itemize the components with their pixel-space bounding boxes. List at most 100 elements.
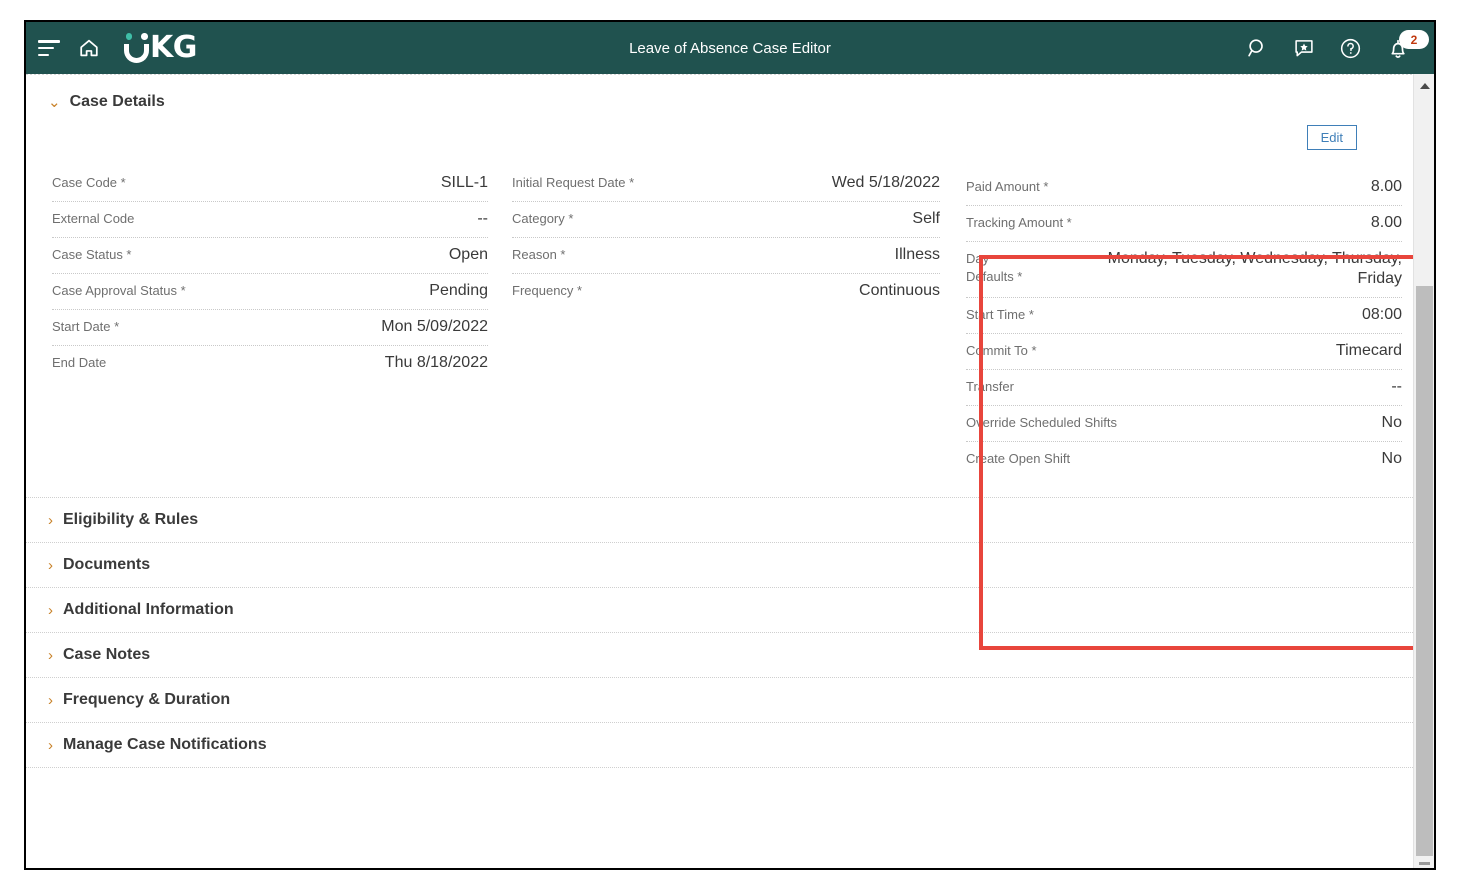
field-value: Self — [912, 210, 940, 227]
chevron-right-icon: › — [48, 601, 53, 619]
field-row[interactable]: External Code -- — [52, 202, 488, 238]
ukg-logo-text: KG — [150, 30, 197, 65]
field-label: External Code — [52, 211, 135, 226]
section-label: Manage Case Notifications — [63, 736, 267, 753]
scroll-down-arrow-icon[interactable] — [1419, 862, 1430, 865]
field-row[interactable]: Commit To * Timecard — [966, 334, 1402, 370]
field-label: Commit To * — [966, 343, 1037, 358]
field-row[interactable]: Category * Self — [512, 202, 940, 238]
field-row[interactable]: Transfer -- — [966, 370, 1402, 406]
field-label: Transfer — [966, 379, 1014, 394]
field-label: Initial Request Date * — [512, 175, 635, 190]
field-label: Reason * — [512, 247, 566, 262]
field-label: Create Open Shift — [966, 451, 1071, 466]
app-window: KG Leave of Absence Case Editor 2 ⌄ Case… — [24, 20, 1436, 870]
edit-button[interactable]: Edit — [1306, 125, 1357, 150]
field-row[interactable]: Frequency * Continuous — [512, 274, 940, 309]
scroll-up-arrow-icon[interactable] — [1414, 76, 1434, 96]
app-header: KG Leave of Absence Case Editor 2 — [26, 22, 1434, 74]
field-row[interactable]: Initial Request Date * Wed 5/18/2022 — [512, 166, 940, 202]
field-value: Pending — [429, 282, 488, 299]
field-row[interactable]: Override Scheduled Shifts No — [966, 406, 1402, 442]
scroll-content: ⌄ Case Details Edit Case Code * SILL-1 E… — [26, 74, 1413, 868]
chevron-down-icon: ⌄ — [48, 93, 61, 111]
page-title: Leave of Absence Case Editor — [629, 39, 831, 57]
field-label: Start Time * — [966, 307, 1034, 322]
app-header-left: KG — [38, 33, 197, 63]
field-row[interactable]: Paid Amount * 8.00 — [966, 170, 1402, 206]
chevron-right-icon: › — [48, 691, 53, 709]
section-label: Eligibility & Rules — [63, 511, 199, 528]
field-column-2: Initial Request Date * Wed 5/18/2022 Cat… — [500, 166, 952, 309]
scrollbar-thumb[interactable] — [1416, 286, 1433, 856]
field-label: Tracking Amount * — [966, 215, 1072, 230]
field-value: Mon 5/09/2022 — [381, 318, 488, 335]
field-value: -- — [1391, 378, 1402, 395]
field-label: Start Date * — [52, 319, 120, 334]
section-header-frequency-and-duration[interactable]: › Frequency & Duration — [26, 677, 1413, 722]
field-value: -- — [477, 210, 488, 227]
field-row[interactable]: End Date Thu 8/18/2022 — [52, 346, 488, 381]
section-header-additional-information[interactable]: › Additional Information — [26, 587, 1413, 632]
field-row[interactable]: Create Open Shift No — [966, 442, 1402, 477]
vertical-scrollbar[interactable] — [1413, 74, 1434, 868]
hamburger-menu-icon[interactable] — [38, 40, 60, 56]
section-label: Case Notes — [63, 646, 151, 663]
field-row[interactable]: Case Approval Status * Pending — [52, 274, 488, 310]
field-row[interactable]: Reason * Illness — [512, 238, 940, 274]
field-row[interactable]: Start Date * Mon 5/09/2022 — [52, 310, 488, 346]
hamburger-lines — [38, 40, 60, 56]
field-row[interactable]: Start Time * 08:00 — [966, 298, 1402, 334]
field-row[interactable]: Day Defaults * Monday, Tuesday, Wednesda… — [966, 242, 1402, 298]
field-value: Illness — [894, 246, 940, 263]
field-row[interactable]: Case Code * SILL-1 — [52, 166, 488, 202]
section-header-case-notes[interactable]: › Case Notes — [26, 632, 1413, 677]
field-value: Timecard — [1335, 342, 1402, 359]
field-value: 8.00 — [1370, 178, 1402, 195]
field-value: Continuous — [859, 282, 940, 299]
chevron-right-icon: › — [48, 556, 53, 574]
field-column-3: Paid Amount * 8.00 Tracking Amount * 8.0… — [952, 166, 1413, 477]
field-row[interactable]: Tracking Amount * 8.00 — [966, 206, 1402, 242]
field-label: Case Status * — [52, 247, 132, 262]
ukg-u-glyph — [124, 33, 149, 63]
section-header-case-details[interactable]: ⌄ Case Details — [26, 75, 1413, 111]
app-header-right: 2 — [1246, 30, 1429, 62]
field-label: End Date — [52, 355, 107, 370]
field-value: No — [1381, 450, 1402, 467]
ukg-logo[interactable]: KG — [124, 33, 197, 63]
field-value: Open — [448, 246, 488, 263]
field-label: Category * — [512, 211, 574, 226]
section-header-documents[interactable]: › Documents — [26, 542, 1413, 587]
section-header-eligibility-and-rules[interactable]: › Eligibility & Rules — [26, 497, 1413, 542]
notifications-bell[interactable]: 2 — [1386, 30, 1429, 62]
home-icon[interactable] — [78, 37, 100, 59]
field-label: Case Approval Status * — [52, 283, 186, 298]
field-value: Wed 5/18/2022 — [831, 174, 940, 191]
feedback-icon[interactable] — [1293, 37, 1315, 59]
field-row[interactable]: Case Status * Open — [52, 238, 488, 274]
section-title: Case Details — [69, 93, 165, 110]
section-label: Frequency & Duration — [63, 691, 231, 708]
chevron-right-icon: › — [48, 646, 53, 664]
field-label: Paid Amount * — [966, 179, 1049, 194]
case-details-columns: Case Code * SILL-1 External Code -- Case… — [26, 150, 1413, 477]
section-label: Additional Information — [63, 601, 234, 618]
field-value: No — [1381, 414, 1402, 431]
collapsed-sections: › Eligibility & Rules › Documents › Addi… — [26, 497, 1413, 768]
search-icon[interactable] — [1246, 37, 1269, 60]
section-header-manage-case-notifications[interactable]: › Manage Case Notifications — [26, 722, 1413, 768]
notification-count-badge: 2 — [1399, 30, 1429, 49]
field-value: SILL-1 — [440, 174, 488, 191]
field-label: Day Defaults * — [966, 251, 1023, 284]
chevron-right-icon: › — [48, 736, 53, 754]
help-icon[interactable] — [1339, 37, 1362, 60]
field-value: Monday, Tuesday, Wednesday, Thursday, Fr… — [1107, 250, 1402, 287]
field-value: 08:00 — [1361, 306, 1402, 323]
field-label: Case Code * — [52, 175, 126, 190]
field-value: 8.00 — [1370, 214, 1402, 231]
edit-button-row: Edit — [26, 111, 1413, 150]
field-label: Frequency * — [512, 283, 583, 298]
field-label: Override Scheduled Shifts — [966, 415, 1118, 430]
section-label: Documents — [63, 556, 151, 573]
